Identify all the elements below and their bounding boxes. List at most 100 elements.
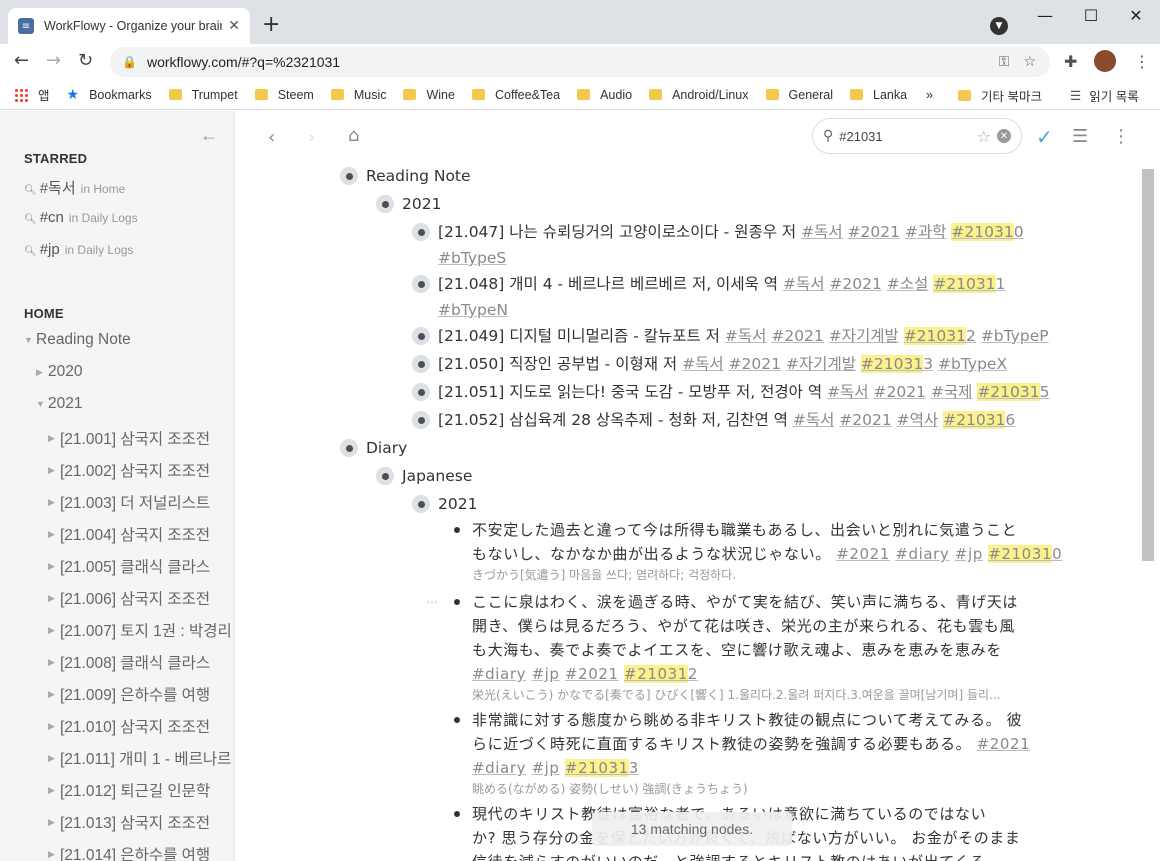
bookmark-folder[interactable]: Android/Linux bbox=[649, 88, 749, 102]
node-title[interactable]: [21.049] 디지털 미니멀리즘 - 칼뉴포트 저 #독서 #2021 #자… bbox=[438, 323, 1049, 349]
highlighted-tag-link[interactable]: #210311 bbox=[933, 275, 1005, 293]
caret-right-icon[interactable]: ▶ bbox=[48, 849, 60, 860]
caret-right-icon[interactable]: ▶ bbox=[48, 785, 60, 796]
caret-right-icon[interactable]: ▶ bbox=[48, 529, 60, 540]
diary-entry[interactable]: 非常識に対する態度から眺める非キリスト教徒の観点について考えてみる。 彼らに近づ… bbox=[448, 711, 1048, 798]
url-text[interactable]: workflowy.com/#?q=%2321031 bbox=[147, 54, 999, 70]
caret-right-icon[interactable]: ▶ bbox=[48, 593, 60, 604]
tag-link[interactable]: #자기계발 bbox=[829, 327, 899, 345]
tag-link[interactable]: #2021 bbox=[729, 355, 781, 373]
sidebar-tree-item[interactable]: ▶ [21.010] 삼국지 조조전 bbox=[48, 715, 210, 737]
node-title[interactable]: [21.047] 나는 슈뢰딩거의 고양이로소이다 - 원종우 저 #독서 #2… bbox=[438, 219, 1052, 271]
bookmark-folder[interactable]: Coffee&Tea bbox=[471, 88, 560, 102]
tag-link[interactable]: #소설 bbox=[887, 275, 929, 293]
node-title[interactable]: 2021 bbox=[438, 491, 477, 517]
highlighted-tag-link[interactable]: #210316 bbox=[943, 411, 1015, 429]
caret-right-icon[interactable]: ▶ bbox=[48, 753, 60, 764]
tag-link[interactable]: #독서 bbox=[725, 327, 767, 345]
entry-body[interactable]: 非常識に対する態度から眺める非キリスト教徒の観点について考えてみる。 彼らに近づ… bbox=[472, 708, 1030, 798]
bookmark-star-icon[interactable]: ☆ bbox=[1023, 54, 1036, 70]
key-icon[interactable]: ⚿ bbox=[999, 54, 1010, 70]
bullet-icon[interactable] bbox=[412, 275, 430, 293]
tab-search-icon[interactable]: ▼ bbox=[990, 17, 1008, 35]
book-node[interactable]: [21.049] 디지털 미니멀리즘 - 칼뉴포트 저 #독서 #2021 #자… bbox=[412, 327, 1052, 349]
tag-link[interactable]: #jp bbox=[955, 545, 983, 563]
highlighted-tag-link[interactable]: #210315 bbox=[977, 383, 1049, 401]
node-title[interactable]: Japanese bbox=[402, 463, 472, 489]
sidebar-tree-item[interactable]: ▶ [21.009] 은하수를 여행 bbox=[48, 683, 210, 705]
entry-note[interactable]: きづかう[気遣う] 마음을 쓰다; 염려하다; 걱정하다. bbox=[472, 566, 1042, 584]
profile-avatar[interactable] bbox=[1094, 50, 1116, 72]
tag-link[interactable]: #diary bbox=[472, 759, 526, 777]
tag-link[interactable]: #과학 bbox=[905, 223, 947, 241]
back-nav-icon[interactable]: ‹ bbox=[268, 127, 275, 148]
reload-icon[interactable]: ↻ bbox=[78, 50, 93, 71]
collapse-sidebar-icon[interactable]: ← bbox=[200, 125, 218, 146]
tag-link[interactable]: #2021 bbox=[565, 665, 619, 683]
sidebar-tree-item[interactable]: ▶ [21.005] 클래식 클라스 bbox=[48, 555, 210, 577]
node-title[interactable]: [21.050] 직장인 공부법 - 이형재 저 #독서 #2021 #자기계발… bbox=[438, 351, 1007, 377]
entry-text[interactable]: 非常識に対する態度から眺める非キリスト教徒の観点について考えてみる。 彼らに近づ… bbox=[472, 708, 1030, 780]
other-bookmarks[interactable]: 기타 북마크 bbox=[958, 80, 1042, 110]
tag-link[interactable]: #자기계발 bbox=[786, 355, 856, 373]
sidebar-tree-item[interactable]: ▶ [21.004] 삼국지 조조전 bbox=[48, 523, 210, 545]
starred-item[interactable]: 🔍︎ #cn in Daily Logs bbox=[24, 209, 138, 226]
entry-body[interactable]: ここに泉はわく、涙を過ぎる時、やがて実を結び、笑い声に満ちる、青げ天は 開き、僕ら… bbox=[472, 590, 1018, 704]
address-bar[interactable]: 🔒 workflowy.com/#?q=%2321031 ⚿ ☆ bbox=[110, 47, 1050, 77]
tag-link[interactable]: #jp bbox=[531, 665, 559, 683]
tag-link[interactable]: #독서 bbox=[793, 411, 835, 429]
drag-handle-icon[interactable]: ⋯ bbox=[426, 595, 438, 609]
bookmark-folder[interactable]: Trumpet bbox=[168, 88, 238, 102]
tag-link[interactable]: #jp bbox=[531, 759, 559, 777]
caret-right-icon[interactable]: ▶ bbox=[36, 367, 48, 378]
caret-right-icon[interactable]: ▶ bbox=[48, 497, 60, 508]
caret-right-icon[interactable]: ▶ bbox=[48, 465, 60, 476]
starred-item[interactable]: 🔍︎ #jp in Daily Logs bbox=[24, 241, 133, 258]
tag-link[interactable]: #독서 bbox=[783, 275, 825, 293]
scrollbar[interactable] bbox=[1142, 169, 1154, 561]
new-tab-button[interactable]: + bbox=[262, 14, 280, 36]
book-node[interactable]: [21.048] 개미 4 - 베르나르 베르베르 저, 이세욱 역 #독서 #… bbox=[412, 275, 1052, 323]
diary-entry[interactable]: 不安定した過去と違って今は所得も職業もあるし、出会いと別れに気遣うこと もないし、… bbox=[448, 521, 1062, 584]
home-icon[interactable]: ⌂ bbox=[348, 125, 359, 146]
bullet-icon[interactable] bbox=[412, 355, 430, 373]
back-icon[interactable]: ← bbox=[14, 50, 29, 71]
caret-right-icon[interactable]: ▶ bbox=[48, 561, 60, 572]
caret-right-icon[interactable]: ▶ bbox=[48, 657, 60, 668]
browser-tab[interactable]: ≡ WorkFlowy - Organize your brain ✕ bbox=[8, 8, 250, 44]
tag-link[interactable]: #bTypeS bbox=[438, 249, 506, 267]
sidebar-tree-item[interactable]: ▶ [21.006] 삼국지 조조전 bbox=[48, 587, 210, 609]
close-window-button[interactable]: ✕ bbox=[1113, 6, 1159, 25]
sidebar-tree-item[interactable]: ▶ [21.007] 토지 1권 : 박경리 bbox=[48, 619, 232, 641]
node-title[interactable]: Diary bbox=[366, 435, 407, 461]
tag-link[interactable]: #bTypeN bbox=[438, 301, 508, 319]
entry-body[interactable]: 不安定した過去と違って今は所得も職業もあるし、出会いと別れに気遣うこと もないし、… bbox=[472, 518, 1062, 584]
highlighted-tag-link[interactable]: #210312 bbox=[624, 665, 698, 683]
highlighted-tag-link[interactable]: #210310 bbox=[951, 223, 1024, 241]
menu-kebab-icon[interactable]: ⋮ bbox=[1134, 52, 1150, 71]
bookmark-folder[interactable]: Steem bbox=[254, 88, 314, 102]
bookmark-folder[interactable]: General bbox=[765, 88, 833, 102]
entry-text[interactable]: 不安定した過去と違って今は所得も職業もあるし、出会いと別れに気遣うこと もないし、… bbox=[472, 518, 1062, 566]
sidebar-tree-item[interactable]: ▼ 2021 bbox=[36, 395, 82, 413]
caret-right-icon[interactable]: ▶ bbox=[48, 625, 60, 636]
tag-link[interactable]: #2021 bbox=[873, 383, 925, 401]
tag-link[interactable]: #독서 bbox=[801, 223, 843, 241]
entry-text[interactable]: ここに泉はわく、涙を過ぎる時、やがて実を結び、笑い声に満ちる、青げ天は 開き、僕ら… bbox=[472, 590, 1018, 686]
bullet-icon[interactable] bbox=[376, 195, 394, 213]
bullet-icon[interactable] bbox=[412, 495, 430, 513]
highlighted-tag-link[interactable]: #210313 bbox=[564, 759, 639, 777]
tag-link[interactable]: #국제 bbox=[931, 383, 973, 401]
sidebar-tree-item[interactable]: ▶ [21.011] 개미 1 - 베르나르 bbox=[48, 747, 231, 769]
tag-link[interactable]: #2021 bbox=[977, 735, 1031, 753]
bullet-icon[interactable] bbox=[412, 383, 430, 401]
tag-link[interactable]: #diary bbox=[895, 545, 949, 563]
entry-note[interactable]: 眺める(ながめる) 姿勢(しせい) 強調(きょうちょう) bbox=[472, 780, 1030, 798]
sidebar-tree-item[interactable]: ▶ [21.008] 클래식 클라스 bbox=[48, 651, 210, 673]
tag-link[interactable]: #bTypeP bbox=[981, 327, 1049, 345]
tag-link[interactable]: #diary bbox=[472, 665, 526, 683]
caret-down-icon[interactable]: ▼ bbox=[24, 335, 36, 345]
tag-link[interactable]: #독서 bbox=[682, 355, 724, 373]
sidebar-tree-item[interactable]: ▶ [21.003] 더 저널리스트 bbox=[48, 491, 210, 513]
bookmark-folder[interactable]: Lanka bbox=[850, 88, 907, 102]
